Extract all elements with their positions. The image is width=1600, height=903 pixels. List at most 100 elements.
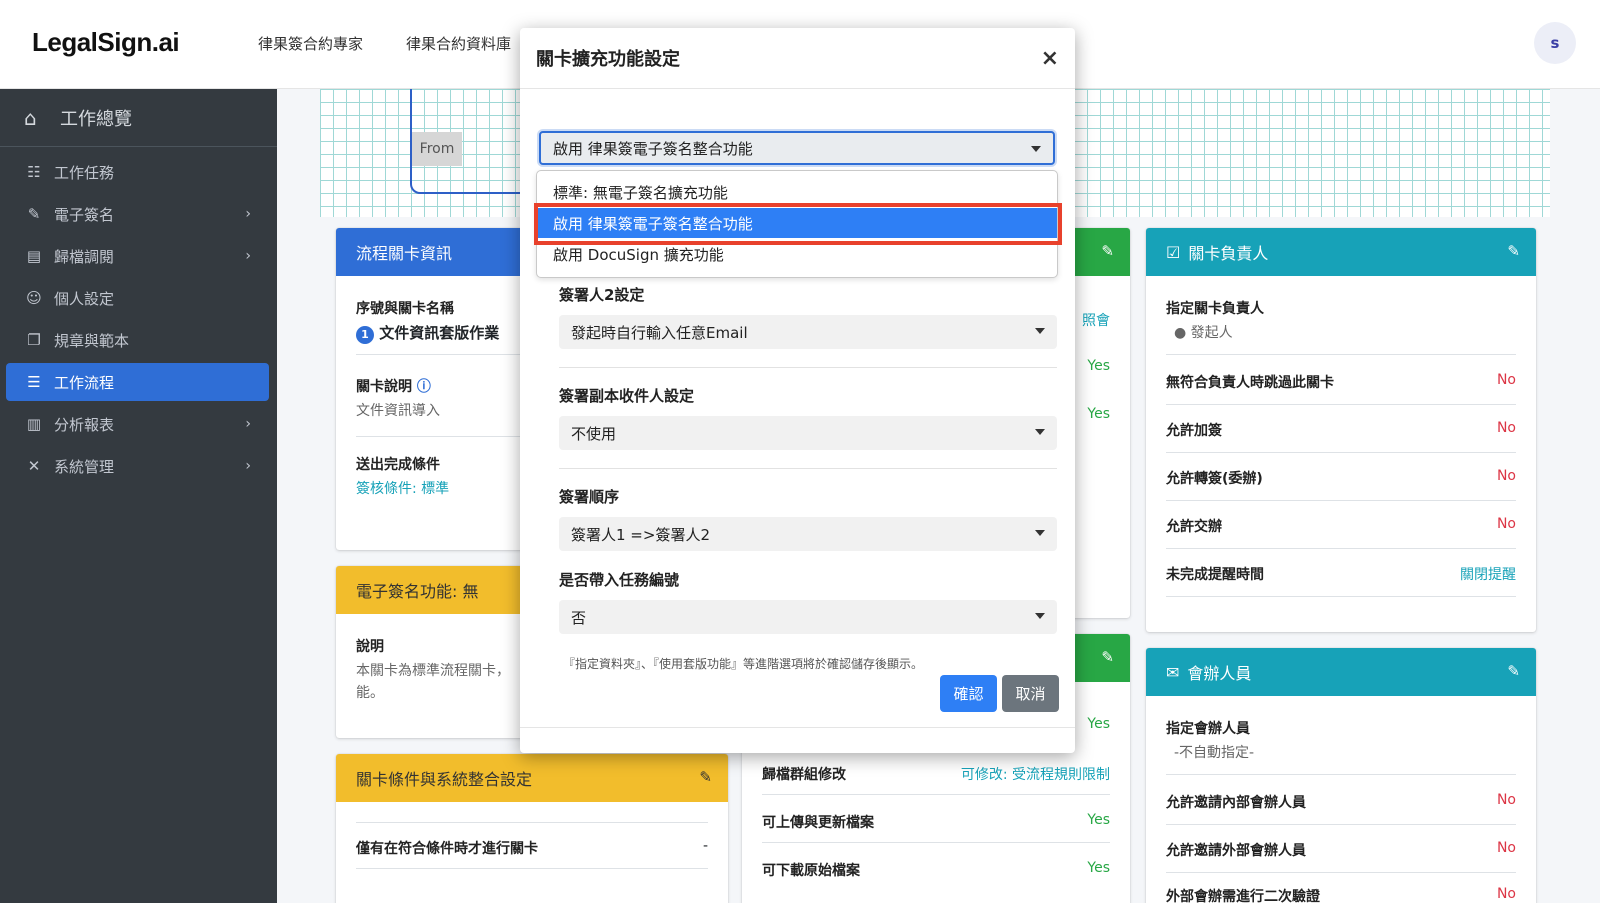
co-assign-value: -不自動指定- bbox=[1174, 745, 1255, 761]
mid-value-1: 照會 bbox=[1082, 313, 1110, 329]
sidebar-item-esign[interactable]: ✎ 電子簽名 › bbox=[6, 195, 269, 233]
edit-icon[interactable]: ✎ bbox=[1101, 242, 1114, 260]
user-circle-icon: ● bbox=[1174, 325, 1187, 341]
user-avatar[interactable]: s bbox=[1534, 22, 1576, 64]
order-select[interactable]: 簽署人1 =>簽署人2 bbox=[559, 517, 1057, 551]
signature-icon: ✎ bbox=[27, 205, 41, 223]
sidebar-item-admin[interactable]: ✕ 系統管理 › bbox=[6, 447, 269, 485]
sidebar-item-label: 工作流程 bbox=[54, 373, 115, 392]
archive-icon: ▤ bbox=[26, 247, 42, 265]
row-cond-only: 僅有在符合條件時才進行關卡 - bbox=[356, 838, 708, 858]
list-check-icon: ☰ bbox=[27, 373, 41, 391]
user-cog-icon: ☺ bbox=[26, 289, 42, 307]
extension-select[interactable]: 啟用 律果簽電子簽名整合功能 bbox=[539, 131, 1055, 165]
upload-label: 可上傳與更新檔案 bbox=[762, 815, 874, 831]
edit-icon[interactable]: ✎ bbox=[1507, 662, 1520, 680]
signer2-select-value: 發起時自行輸入任意Email bbox=[571, 323, 748, 342]
extension-select-value: 啟用 律果簽電子簽名整合功能 bbox=[553, 139, 753, 158]
owner-assign-value: 發起人 bbox=[1190, 325, 1233, 341]
tools-icon: ✕ bbox=[27, 457, 41, 475]
selection-highlight-box bbox=[534, 203, 1062, 245]
card-owner: ☑ 關卡負責人 ✎ 指定關卡負責人 ● 發起人 無符合負責人時跳過此關卡 No 允… bbox=[1146, 228, 1536, 632]
brand-logo[interactable]: LegalSign.ai bbox=[32, 27, 180, 58]
cond-only-label: 僅有在符合條件時才進行關卡 bbox=[356, 841, 538, 857]
card-owner-title: 關卡負責人 bbox=[1188, 244, 1269, 263]
card-owner-header: ☑ 關卡負責人 ✎ bbox=[1146, 228, 1536, 276]
card-co-handlers: ✉ 會辦人員 ✎ 指定會辦人員 -不自動指定- 允許邀請內部會辦人員 No 允許邀… bbox=[1146, 648, 1536, 903]
signer2-label: 簽署人2設定 bbox=[559, 286, 645, 304]
owner-assign-label: 指定關卡負責人 bbox=[1166, 301, 1264, 317]
mid-value-2: Yes bbox=[1087, 358, 1110, 374]
workflow-node-from[interactable]: From bbox=[412, 132, 462, 166]
tasknum-label: 是否帶入任務編號 bbox=[559, 571, 680, 589]
sidebar-item-archive[interactable]: ▤ 歸檔調閱 › bbox=[6, 237, 269, 275]
caret-down-icon bbox=[1031, 146, 1041, 152]
extension-settings-modal: 關卡擴充功能設定 × 啟用 律果簽電子簽名整合功能 簽署人2設定 發起時自行輸入… bbox=[520, 28, 1075, 753]
cc-label: 簽署副本收件人設定 bbox=[559, 387, 695, 405]
card-co-title: 會辦人員 bbox=[1187, 664, 1252, 683]
cc-select[interactable]: 不使用 bbox=[559, 416, 1057, 450]
mid-value-4: Yes bbox=[1087, 716, 1110, 732]
row-download: 可下載原始檔案 Yes bbox=[762, 860, 1110, 880]
sidebar-item-workflow[interactable]: ☰ 工作流程 bbox=[6, 363, 269, 401]
sidebar-header[interactable]: ⌂ 工作總覽 bbox=[0, 89, 277, 147]
info-circle-icon[interactable]: ⓘ bbox=[417, 379, 431, 395]
close-icon[interactable]: × bbox=[1041, 46, 1059, 71]
card-conditions-header: 關卡條件與系統整合設定 ✎ bbox=[336, 754, 728, 802]
comments-icon: ✉ bbox=[1166, 662, 1180, 682]
sidebar-item-label: 電子簽名 bbox=[54, 205, 115, 224]
edit-icon[interactable]: ✎ bbox=[699, 768, 712, 786]
order-label: 簽署順序 bbox=[559, 488, 620, 506]
download-value: Yes bbox=[1087, 860, 1110, 876]
handshake-icon: ☷ bbox=[27, 163, 41, 181]
seq-number-badge: 1 bbox=[356, 326, 374, 344]
seq-name: 文件資訊套版作業 bbox=[379, 324, 500, 342]
row-upload: 可上傳與更新檔案 Yes bbox=[762, 812, 1110, 832]
row-co-internal: 允許邀請內部會辦人員 No bbox=[1166, 792, 1516, 811]
tasknum-select[interactable]: 否 bbox=[559, 600, 1057, 634]
home-icon: ⌂ bbox=[24, 105, 37, 130]
row-co-assign: 指定會辦人員 -不自動指定- bbox=[1166, 718, 1516, 762]
row-owner-transfer: 允許轉簽(委辦) No bbox=[1166, 468, 1516, 487]
sidebar-item-label: 個人設定 bbox=[54, 289, 115, 308]
chevron-right-icon: › bbox=[245, 206, 251, 222]
mid-value-3: Yes bbox=[1087, 406, 1110, 422]
sidebar-item-templates[interactable]: ❐ 規章與範本 bbox=[6, 321, 269, 359]
caret-down-icon bbox=[1035, 613, 1045, 619]
edit-icon[interactable]: ✎ bbox=[1101, 648, 1114, 666]
sidebar-item-profile[interactable]: ☺ 個人設定 bbox=[6, 279, 269, 317]
chevron-right-icon: › bbox=[245, 248, 251, 264]
upload-value: Yes bbox=[1087, 812, 1110, 828]
modal-header: 關卡擴充功能設定 × bbox=[520, 28, 1075, 89]
sidebar-item-tasks[interactable]: ☷ 工作任務 bbox=[6, 153, 269, 191]
row-owner-reminder: 未完成提醒時間 關閉提醒 bbox=[1166, 567, 1516, 583]
row-owner-skip: 無符合負責人時跳過此關卡 No bbox=[1166, 372, 1516, 391]
caret-down-icon bbox=[1035, 530, 1045, 536]
co-assign-label: 指定會辦人員 bbox=[1166, 721, 1250, 737]
card-co-header: ✉ 會辦人員 ✎ bbox=[1146, 648, 1536, 696]
archive-group-label: 歸檔群組修改 bbox=[762, 767, 846, 783]
modal-title: 關卡擴充功能設定 bbox=[536, 49, 680, 70]
chevron-right-icon: › bbox=[245, 458, 251, 474]
sidebar-item-label: 規章與範本 bbox=[54, 331, 130, 350]
chevron-right-icon: › bbox=[245, 416, 251, 432]
sidebar-item-reports[interactable]: ▥ 分析報表 › bbox=[6, 405, 269, 443]
cc-select-value: 不使用 bbox=[571, 424, 617, 443]
cancel-button[interactable]: 取消 bbox=[1002, 675, 1059, 712]
signer2-select[interactable]: 發起時自行輸入任意Email bbox=[559, 315, 1057, 349]
user-check-icon: ☑ bbox=[1166, 242, 1181, 262]
caret-down-icon bbox=[1035, 328, 1045, 334]
sidebar-item-label: 歸檔調閱 bbox=[54, 247, 115, 266]
archive-group-value: 可修改: 受流程規則限制 bbox=[960, 767, 1110, 783]
card-conditions: 關卡條件與系統整合設定 ✎ 僅有在符合條件時才進行關卡 - bbox=[336, 754, 728, 903]
order-select-value: 簽署人1 =>簽署人2 bbox=[571, 525, 710, 544]
caret-down-icon bbox=[1035, 429, 1045, 435]
confirm-button[interactable]: 確認 bbox=[940, 675, 997, 712]
cond-only-value: - bbox=[702, 838, 708, 854]
nav-link-contract-db[interactable]: 律果合約資料庫 bbox=[406, 33, 511, 54]
edit-icon[interactable]: ✎ bbox=[1507, 242, 1520, 260]
sidebar-header-label: 工作總覽 bbox=[60, 108, 132, 130]
tasknum-select-value: 否 bbox=[571, 608, 587, 627]
chart-bar-icon: ▥ bbox=[26, 415, 42, 433]
nav-link-contract-expert[interactable]: 律果簽合約專家 bbox=[258, 33, 363, 54]
